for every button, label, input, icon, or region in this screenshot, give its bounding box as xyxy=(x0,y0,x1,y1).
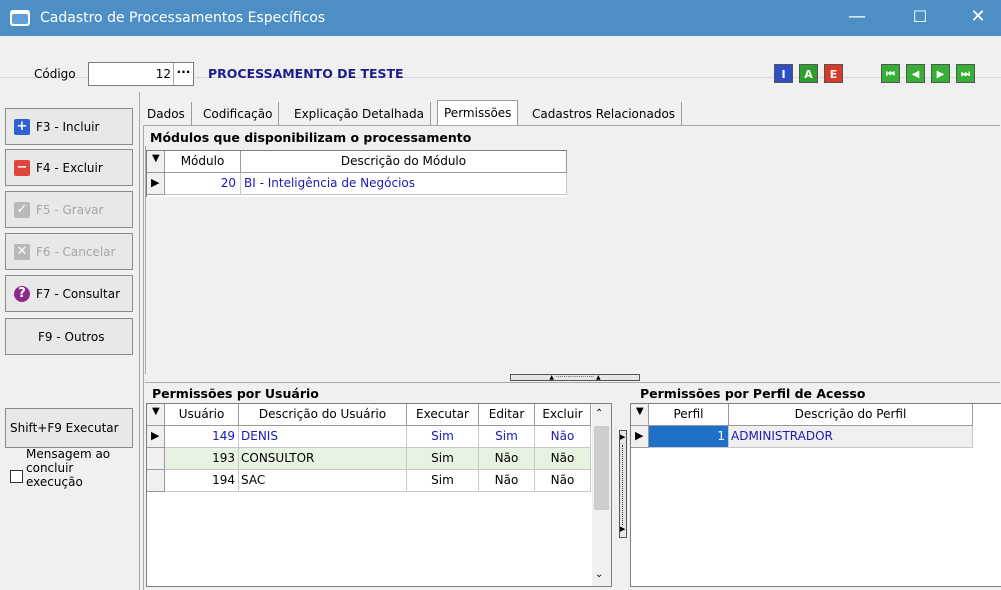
next-record-button[interactable]: ▶ xyxy=(931,64,950,83)
current-row-indicator-icon: ▶ xyxy=(151,429,160,442)
table-row[interactable]: BI - Inteligência de Negócios xyxy=(241,173,567,195)
code-lookup-button[interactable]: ··· xyxy=(173,63,193,85)
scroll-thumb[interactable] xyxy=(594,426,609,510)
exclude-button[interactable]: − F4 - Excluir xyxy=(5,149,133,186)
tab-codificacao[interactable]: Codificação xyxy=(197,102,280,126)
last-record-button[interactable]: ⏭ xyxy=(956,64,975,83)
process-name: PROCESSAMENTO DE TESTE xyxy=(208,66,404,81)
tab-explicacao-detalhada[interactable]: Explicação Detalhada xyxy=(288,102,431,126)
checkbox-label-line: concluir xyxy=(26,461,74,475)
column-header-delete[interactable]: Excluir xyxy=(535,404,591,426)
grid-menu-icon[interactable]: ▼ xyxy=(147,404,165,426)
completion-message-checkbox[interactable] xyxy=(10,470,23,483)
x-icon: ✕ xyxy=(14,244,30,260)
table-row[interactable]: Não xyxy=(535,448,591,470)
table-row[interactable]: CONSULTOR xyxy=(239,448,407,470)
table-row[interactable]: Sim xyxy=(407,426,479,448)
table-row[interactable]: Sim xyxy=(407,470,479,492)
button-label: F9 - Outros xyxy=(38,330,105,344)
table-row[interactable]: 193 xyxy=(165,448,239,470)
vertical-splitter-handle[interactable]: ▶ ▶ xyxy=(619,430,627,538)
table-row[interactable]: DENIS xyxy=(239,426,407,448)
button-label: F4 - Excluir xyxy=(36,161,103,175)
grid-menu-icon[interactable]: ▼ xyxy=(147,151,165,173)
profiles-group-title: Permissões por Perfil de Acesso xyxy=(640,386,866,401)
table-row[interactable]: Não xyxy=(479,470,535,492)
completion-message-label: Mensagem ao concluir execução xyxy=(26,447,110,489)
users-scrollbar[interactable]: ⌃ ⌄ xyxy=(592,404,611,586)
code-field[interactable]: 12 ··· xyxy=(88,62,194,86)
grid-menu-icon[interactable]: ▼ xyxy=(631,404,649,426)
sidebar-divider xyxy=(139,92,140,590)
maximize-button[interactable]: ☐ xyxy=(893,0,947,36)
minus-icon: − xyxy=(14,160,30,176)
modules-group-title: Módulos que disponibilizam o processamen… xyxy=(150,130,472,145)
table-row[interactable]: Não xyxy=(535,470,591,492)
button-label: F5 - Gravar xyxy=(36,203,104,217)
scroll-up-icon[interactable]: ⌃ xyxy=(595,408,603,419)
profiles-grid[interactable]: ▼ Perfil Descrição do Perfil ▶ 1 ADMINIS… xyxy=(630,403,1001,587)
tab-dados[interactable]: Dados xyxy=(141,102,192,126)
tab-permissoes[interactable]: Permissões xyxy=(437,100,519,126)
users-grid[interactable]: ▼ Usuário Descrição do Usuário Executar … xyxy=(146,403,612,587)
minimize-button[interactable]: — xyxy=(830,0,884,36)
table-row[interactable]: 1 xyxy=(649,426,729,448)
column-header-module-description[interactable]: Descrição do Módulo xyxy=(241,151,567,173)
insert-button[interactable]: I xyxy=(774,64,793,83)
row-indicator: ▶ xyxy=(147,426,165,448)
include-button[interactable]: + F3 - Incluir xyxy=(5,108,133,145)
code-value: 12 xyxy=(155,67,171,81)
button-label: F7 - Consultar xyxy=(36,287,121,301)
table-row[interactable]: Sim xyxy=(479,426,535,448)
others-button[interactable]: F9 - Outros xyxy=(5,318,133,355)
table-row[interactable]: 194 xyxy=(165,470,239,492)
check-icon: ✓ xyxy=(14,202,30,218)
previous-record-button[interactable]: ◀ xyxy=(906,64,925,83)
table-row[interactable]: Não xyxy=(535,426,591,448)
window-title: Cadastro de Processamentos Específicos xyxy=(40,10,326,26)
table-row[interactable]: 20 xyxy=(165,173,241,195)
delete-button[interactable]: E xyxy=(824,64,843,83)
column-header-profile-description[interactable]: Descrição do Perfil xyxy=(729,404,973,426)
save-button[interactable]: ✓ F5 - Gravar xyxy=(5,191,133,228)
column-header-user-description[interactable]: Descrição do Usuário xyxy=(239,404,407,426)
table-row[interactable]: Não xyxy=(479,448,535,470)
current-row-indicator-icon: ▶ xyxy=(631,426,649,448)
column-header-execute[interactable]: Executar xyxy=(407,404,479,426)
table-row[interactable]: Sim xyxy=(407,448,479,470)
table-row[interactable]: 149 xyxy=(165,426,239,448)
close-button[interactable]: ✕ xyxy=(951,0,1001,36)
tab-cadastros-relacionados[interactable]: Cadastros Relacionados xyxy=(526,102,683,126)
first-record-button[interactable]: ⏮ xyxy=(881,64,900,83)
column-header-profile[interactable]: Perfil xyxy=(649,404,729,426)
table-row[interactable]: ADMINISTRADOR xyxy=(729,426,973,448)
consult-button[interactable]: ? F7 - Consultar xyxy=(5,275,133,312)
app-icon xyxy=(10,10,30,26)
execute-button[interactable]: Shift+F9 Executar xyxy=(5,408,133,448)
cancel-button[interactable]: ✕ F6 - Cancelar xyxy=(5,233,133,270)
scroll-down-icon[interactable]: ⌄ xyxy=(595,569,603,580)
plus-icon: + xyxy=(14,119,30,135)
column-header-user[interactable]: Usuário xyxy=(165,404,239,426)
modules-grid[interactable]: ▼ Módulo Descrição do Módulo ▶ 20 BI - I… xyxy=(146,150,567,197)
help-icon: ? xyxy=(14,286,30,302)
execute-label: Shift+F9 Executar xyxy=(10,421,119,435)
current-row-indicator-icon: ▶ xyxy=(147,173,165,195)
column-header-edit[interactable]: Editar xyxy=(479,404,535,426)
row-indicator xyxy=(147,470,165,492)
splitter-handle[interactable]: ▲ ···················· ▲ xyxy=(510,374,640,381)
checkbox-label-line: execução xyxy=(26,475,83,489)
row-indicator xyxy=(147,448,165,470)
code-label: Código xyxy=(34,67,76,81)
users-group-title: Permissões por Usuário xyxy=(152,386,319,401)
title-bar: Cadastro de Processamentos Específicos —… xyxy=(0,0,1001,36)
edit-button[interactable]: A xyxy=(799,64,818,83)
button-label: F3 - Incluir xyxy=(36,120,100,134)
checkbox-label-line: Mensagem ao xyxy=(26,447,111,461)
table-row[interactable]: SAC xyxy=(239,470,407,492)
button-label: F6 - Cancelar xyxy=(36,245,116,259)
column-header-module[interactable]: Módulo xyxy=(165,151,241,173)
